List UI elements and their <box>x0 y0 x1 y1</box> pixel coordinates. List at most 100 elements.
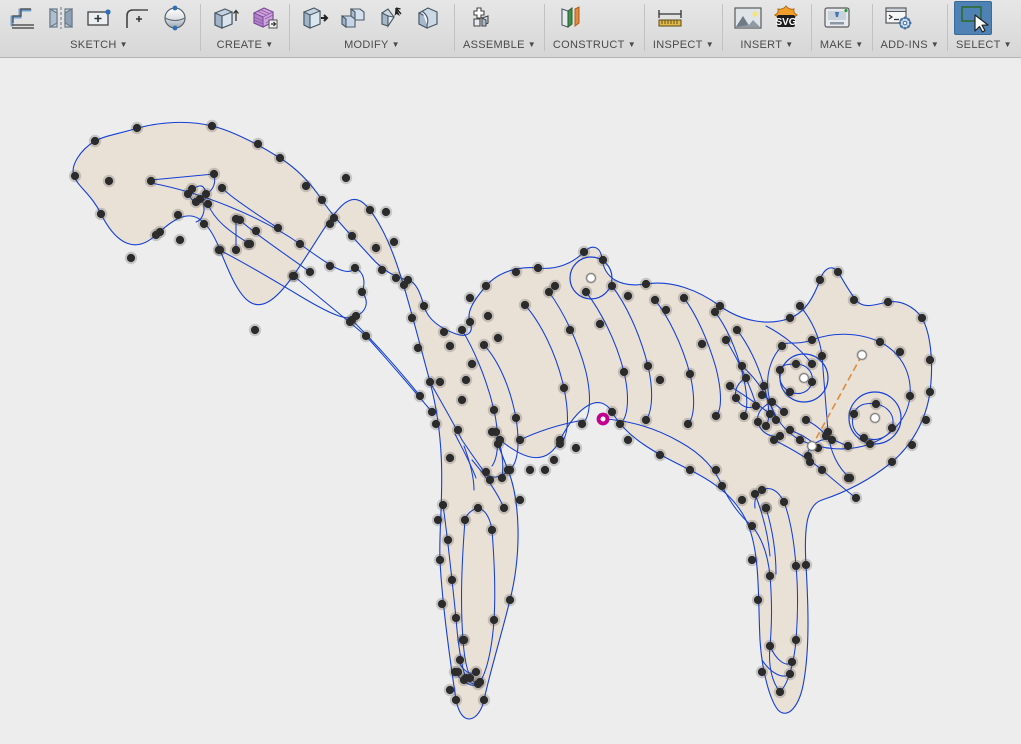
insert-label-text: INSERT <box>740 39 783 51</box>
press-pull-icon[interactable] <box>296 1 334 35</box>
sketch-point-223 <box>761 503 771 513</box>
sketch-point-80 <box>697 339 707 349</box>
fillet-icon[interactable] <box>118 1 156 35</box>
sketch-point-90 <box>739 411 749 421</box>
sketch-point-216 <box>445 685 455 695</box>
toolbar-label-construct[interactable]: CONSTRUCT ▼ <box>547 36 642 56</box>
sketch-point-116 <box>787 657 797 667</box>
shell-icon[interactable] <box>410 1 448 35</box>
sketch-point-122 <box>801 415 811 425</box>
center-point-0 <box>585 273 596 284</box>
sketch-point-123 <box>801 560 811 570</box>
sketch-point-193 <box>126 253 136 263</box>
sketch-point-140 <box>849 295 859 305</box>
sketch-point-113 <box>785 387 795 397</box>
sketch-point-118 <box>791 561 801 571</box>
toolbar-label-addins[interactable]: ADD-INS ▼ <box>875 36 946 56</box>
make-label-text: MAKE <box>819 39 853 51</box>
mirror-icon[interactable] <box>42 1 80 35</box>
sketch-point-173 <box>489 615 499 625</box>
3d-print-icon[interactable] <box>818 1 856 35</box>
toolbar-label-assemble[interactable]: ASSEMBLE ▼ <box>457 36 542 56</box>
combine-icon[interactable] <box>334 1 372 35</box>
sketch-point-106 <box>775 365 785 375</box>
chevron-down-icon: ▼ <box>527 40 536 50</box>
sketch-point-26 <box>361 331 371 341</box>
sketch-point-190 <box>175 235 185 245</box>
inspect-label-text: INSPECT <box>652 39 703 51</box>
sketch-point-209 <box>347 231 357 241</box>
toolbar-label-sketch[interactable]: SKETCH ▼ <box>0 36 198 56</box>
sketch-point-17 <box>231 245 241 255</box>
center-point-3 <box>856 350 867 361</box>
sketch-point-68 <box>615 419 625 429</box>
sketch-point-202 <box>275 153 285 163</box>
sketch-point-155 <box>925 387 935 397</box>
sketch-point-98 <box>761 421 771 431</box>
sketch-point-41 <box>465 293 475 303</box>
sketch-point-208 <box>329 213 339 223</box>
new-component-icon[interactable] <box>461 1 499 35</box>
sketch-point-221 <box>757 667 767 677</box>
sketch-point-132 <box>817 465 827 475</box>
toolbar-label-insert[interactable]: INSERT ▼ <box>725 36 809 56</box>
sketch-point-103 <box>767 397 777 407</box>
toolbar-separator <box>810 4 812 51</box>
toolbar-label-create[interactable]: CREATE ▼ <box>203 36 287 56</box>
sketch-point-219 <box>450 667 460 677</box>
form-icon[interactable] <box>245 1 283 35</box>
scripts-addins-icon[interactable] <box>879 1 917 35</box>
sketch-point-111 <box>779 497 789 507</box>
sketch-point-198 <box>389 237 399 247</box>
toolbar-label-inspect[interactable]: INSPECT ▼ <box>647 36 720 56</box>
sketch-point-84 <box>717 481 727 491</box>
sphere-sketch-icon[interactable] <box>156 1 194 35</box>
sketch-point-139 <box>845 473 855 483</box>
sketch-point-178 <box>515 495 525 505</box>
toolbar-separator <box>543 4 545 51</box>
sketch-point-156 <box>925 355 935 365</box>
sketch-point-188 <box>214 245 224 255</box>
sketch-point-74 <box>650 295 660 305</box>
sketch-point-76 <box>661 305 671 315</box>
sketch-point-148 <box>887 423 897 433</box>
sketch-point-165 <box>447 575 457 585</box>
toolbar-label-make[interactable]: MAKE ▼ <box>814 36 870 56</box>
sketch-point-136 <box>833 267 843 277</box>
sketch-point-222 <box>750 489 760 499</box>
toolbar-label-modify[interactable]: MODIFY ▼ <box>292 36 452 56</box>
sketch-point-82 <box>711 411 721 421</box>
sketch-point-204 <box>301 181 311 191</box>
sketch-point-62 <box>579 247 589 257</box>
sketch-origin-point[interactable] <box>596 412 610 426</box>
cat-skeleton-sketch[interactable] <box>0 58 1021 744</box>
toolbar-group-inspect: INSPECT ▼ <box>647 0 720 57</box>
sketch-point-179 <box>435 555 445 565</box>
sketch-point-57 <box>550 281 560 291</box>
rectangular-pattern-icon[interactable] <box>80 1 118 35</box>
offset-plane-icon[interactable] <box>551 1 589 35</box>
measure-icon[interactable] <box>651 1 689 35</box>
sketch-point-70 <box>623 291 633 301</box>
insert-svg-icon[interactable]: SVG <box>767 1 805 35</box>
sketch-curve-14 <box>293 275 367 337</box>
sketch-profile-icon[interactable] <box>4 1 42 35</box>
select-cursor-icon[interactable] <box>954 1 993 35</box>
construct-label-text: CONSTRUCT <box>552 39 625 51</box>
sketch-point-55 <box>533 263 543 273</box>
sketch-point-166 <box>451 613 461 623</box>
sketch-point-78 <box>683 419 693 429</box>
chevron-down-icon: ▼ <box>785 40 794 50</box>
toolbar-separator <box>721 4 723 51</box>
sketch-point-72 <box>641 415 651 425</box>
sketch-point-53 <box>511 267 521 277</box>
move-copy-icon[interactable] <box>372 1 410 35</box>
extrude-icon[interactable] <box>207 1 245 35</box>
sketch-point-131 <box>817 351 827 361</box>
sketch-point-239 <box>571 443 581 453</box>
sketch-point-154 <box>921 415 931 425</box>
sketch-canvas[interactable] <box>0 58 1021 744</box>
toolbar-label-select[interactable]: SELECT ▼ <box>950 36 1018 56</box>
sketch-point-117 <box>791 359 801 369</box>
insert-image-icon[interactable] <box>729 1 767 35</box>
